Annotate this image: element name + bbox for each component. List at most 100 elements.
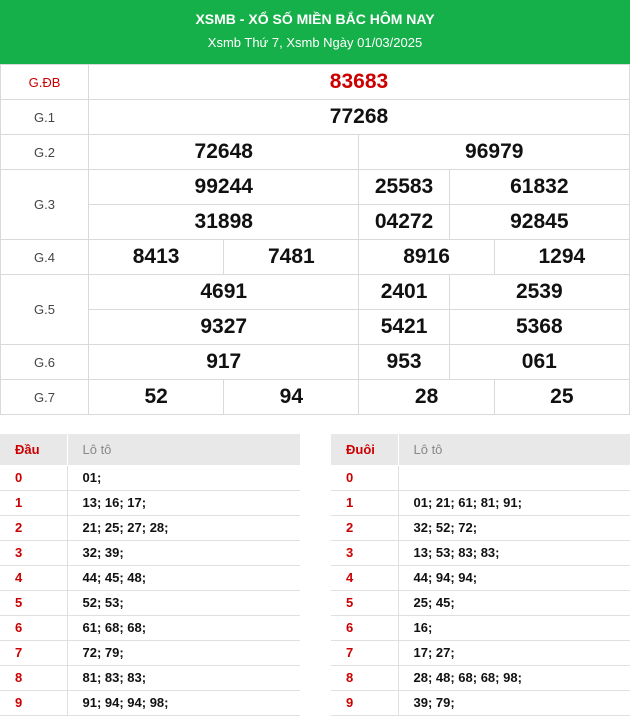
loto-values: 39; 79; [398, 690, 630, 716]
loto-duoi-header-key: Đuôi [331, 434, 398, 466]
loto-values: 52; 53; [67, 590, 300, 616]
loto-values: 01; 21; 61; 81; 91; [398, 490, 630, 516]
table-row: 4 44; 45; 48; [0, 565, 300, 591]
loto-key: 1 [0, 490, 68, 516]
loto-values: 72; 79; [67, 640, 300, 666]
prize-number: 7481 [223, 239, 360, 275]
loto-values: 32; 52; 72; [398, 515, 630, 541]
loto-values: 25; 45; [398, 590, 630, 616]
special-prize-number: 83683 [88, 64, 630, 100]
prize-number: 8916 [358, 239, 495, 275]
prize-label: G.2 [0, 134, 89, 170]
prize-number: 917 [87, 344, 360, 380]
table-row: 6 16; [331, 615, 630, 641]
prize-label: G.3 [0, 169, 89, 240]
prize-row-g7: G.7 52 94 28 25 [0, 379, 630, 415]
table-row: 7 72; 79; [0, 640, 300, 666]
loto-key: 0 [331, 465, 399, 491]
prize-row-g6: G.6 917 953 061 [0, 344, 630, 380]
loto-values: 01; [67, 465, 300, 491]
loto-key: 5 [331, 590, 399, 616]
results-table: G.ĐB 83683 G.1 77268 G.2 72648 96979 G.3… [0, 64, 630, 415]
table-row: 4 44; 94; 94; [331, 565, 630, 591]
prize-number: 28 [358, 379, 495, 415]
loto-key: 2 [0, 515, 68, 541]
loto-key: 4 [331, 565, 399, 591]
table-row: 1 13; 16; 17; [0, 490, 300, 516]
prize-number: 061 [448, 344, 630, 380]
loto-values: 28; 48; 68; 68; 98; [398, 665, 630, 691]
page-subtitle: Xsmb Thứ 7, Xsmb Ngày 01/03/2025 [207, 35, 423, 50]
prize-label: G.4 [0, 239, 89, 275]
prize-number: 2539 [448, 274, 630, 310]
prize-label: G.7 [0, 379, 89, 415]
loto-duoi-header-val: Lô tô [397, 434, 630, 466]
table-row: 2 21; 25; 27; 28; [0, 515, 300, 541]
loto-values: 44; 94; 94; [398, 565, 630, 591]
table-row: 5 25; 45; [331, 590, 630, 616]
table-row: 7 17; 27; [331, 640, 630, 666]
loto-dau-table: Đầu Lô tô 0 01; 1 13; 16; 17; 2 21; 25; 27;… [0, 434, 300, 716]
prize-label: G.6 [0, 344, 89, 380]
prize-row-g3b: 31898 04272 92845 [1, 204, 630, 240]
loto-values: 91; 94; 94; 98; [67, 690, 300, 716]
prize-row-g4: G.4 8413 7481 8916 1294 [0, 239, 630, 275]
prize-number: 1294 [493, 239, 630, 275]
table-row: 9 39; 79; [331, 690, 630, 716]
loto-dau-header-val: Lô tô [66, 434, 300, 466]
prize-number: 2401 [358, 274, 450, 310]
prize-number: 25583 [358, 169, 450, 205]
loto-values: 32; 39; [67, 540, 300, 566]
prize-row-g1: G.1 77268 [0, 99, 630, 135]
prize-number: 52 [87, 379, 225, 415]
loto-key: 5 [0, 590, 68, 616]
prize-label: G.ĐB [0, 64, 89, 100]
prize-label: G.5 [0, 274, 89, 345]
loto-key: 9 [331, 690, 399, 716]
table-row: 5 52; 53; [0, 590, 300, 616]
prize-number: 5421 [358, 309, 450, 345]
prize-row-gdb: G.ĐB 83683 [0, 64, 630, 100]
loto-key: 9 [0, 690, 68, 716]
prize-row-g3: G.3 99244 25583 61832 [0, 169, 630, 240]
table-row: 3 13; 53; 83; 83; [331, 540, 630, 566]
prize-number: 8413 [87, 239, 225, 275]
page-title: XSMB - XỔ SỐ MIỀN BẮC HÔM NAY [195, 11, 435, 27]
loto-key: 6 [0, 615, 68, 641]
loto-values: 21; 25; 27; 28; [67, 515, 300, 541]
prize-number: 4691 [87, 274, 360, 310]
loto-key: 7 [331, 640, 399, 666]
prize-number: 04272 [358, 204, 450, 240]
loto-key: 8 [0, 665, 68, 691]
table-row: 1 01; 21; 61; 81; 91; [331, 490, 630, 516]
loto-values: 13; 16; 17; [67, 490, 300, 516]
loto-duoi-table: Đuôi Lô tô 0 1 01; 21; 61; 81; 91; 2 32; 5… [331, 434, 630, 716]
prize-row-g5: G.5 4691 2401 2539 [0, 274, 630, 345]
prize-label: G.1 [0, 99, 89, 135]
table-row: 2 32; 52; 72; [331, 515, 630, 541]
loto-key: 1 [331, 490, 399, 516]
prize-row-g2: G.2 72648 96979 [0, 134, 630, 170]
prize-number: 72648 [87, 134, 360, 170]
table-row: 6 61; 68; 68; [0, 615, 300, 641]
loto-key: 8 [331, 665, 399, 691]
loto-key: 4 [0, 565, 68, 591]
loto-values: 44; 45; 48; [67, 565, 300, 591]
table-row: 0 [331, 465, 630, 491]
loto-key: 7 [0, 640, 68, 666]
loto-key: 3 [331, 540, 399, 566]
prize-number: 94 [223, 379, 360, 415]
loto-key: 2 [331, 515, 399, 541]
loto-values [398, 465, 630, 491]
table-row: 8 28; 48; 68; 68; 98; [331, 665, 630, 691]
prize-number: 61832 [448, 169, 630, 205]
prize-number: 953 [358, 344, 450, 380]
loto-key: 3 [0, 540, 68, 566]
loto-values: 61; 68; 68; [67, 615, 300, 641]
table-row: 3 32; 39; [0, 540, 300, 566]
prize-number: 92845 [448, 204, 630, 240]
loto-key: 6 [331, 615, 399, 641]
prize-number: 25 [493, 379, 630, 415]
prize-number: 77268 [88, 99, 630, 135]
loto-values: 81; 83; 83; [67, 665, 300, 691]
